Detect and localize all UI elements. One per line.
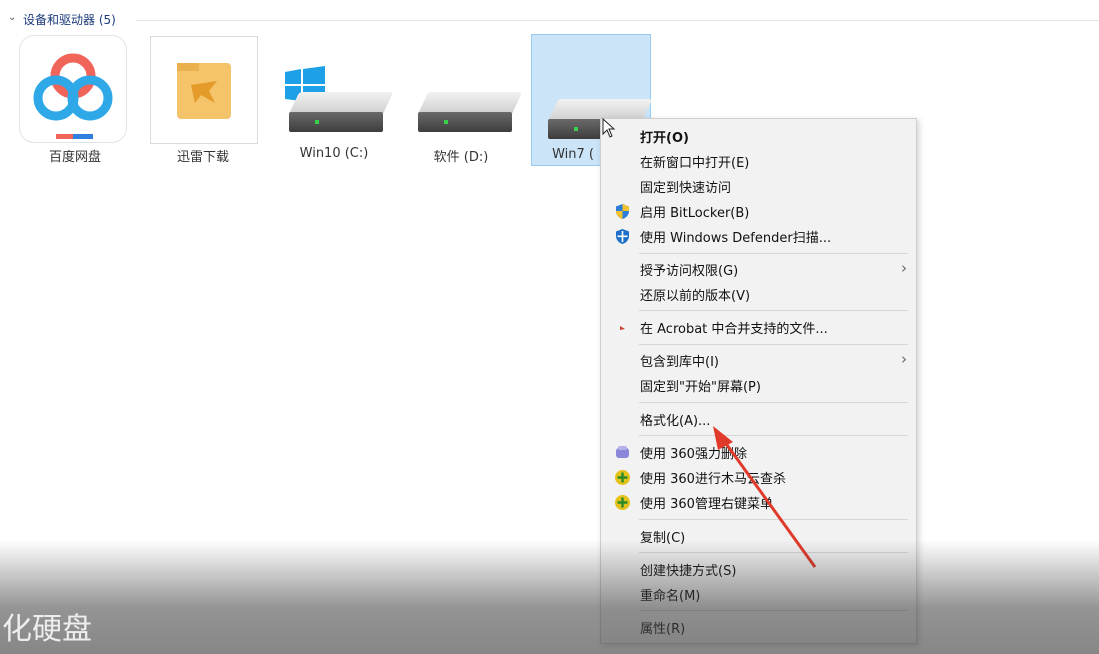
- video-caption: 化硬盘: [2, 612, 92, 647]
- annotation-arrow-icon: [713, 426, 817, 568]
